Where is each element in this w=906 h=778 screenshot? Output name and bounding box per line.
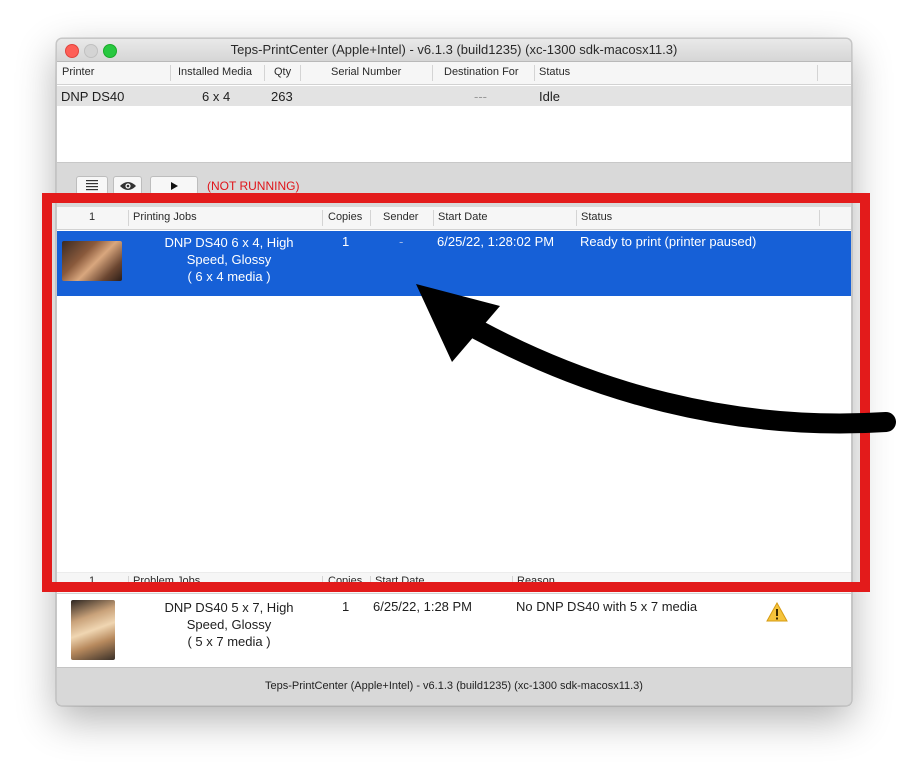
window-title: Teps-PrintCenter (Apple+Intel) - v6.1.3 … bbox=[230, 42, 678, 57]
printer-name: DNP DS40 bbox=[61, 89, 125, 104]
column-header-status[interactable]: Status bbox=[539, 66, 570, 78]
column-header-printer[interactable]: Printer bbox=[62, 66, 94, 78]
printer-row[interactable]: DNP DS40 6 x 4 263 --- Idle bbox=[57, 86, 851, 106]
printer-destination: --- bbox=[474, 89, 487, 104]
problem-start-date: 6/25/22, 1:28 PM bbox=[373, 599, 473, 614]
play-icon bbox=[171, 181, 178, 190]
problem-thumbnail bbox=[71, 600, 115, 660]
printers-table: Printer Installed Media Qty Serial Numbe… bbox=[57, 62, 851, 162]
problem-row[interactable]: DNP DS40 5 x 7, High Speed, Glossy ( 5 x… bbox=[57, 596, 851, 666]
title-bar: Teps-PrintCenter (Apple+Intel) - v6.1.3 … bbox=[57, 39, 851, 62]
printer-media: 6 x 4 bbox=[202, 89, 231, 104]
column-header-installed-media[interactable]: Installed Media bbox=[178, 66, 252, 78]
column-header-serial-number[interactable]: Serial Number bbox=[331, 66, 401, 78]
queue-status-label: (NOT RUNNING) bbox=[207, 179, 300, 193]
problem-media: ( 5 x 7 media ) bbox=[187, 634, 271, 649]
column-header-qty[interactable]: Qty bbox=[274, 66, 291, 78]
column-header-destination[interactable]: Destination For bbox=[444, 66, 519, 78]
problem-description: DNP DS40 5 x 7, High Speed, Glossy ( 5 x… bbox=[139, 599, 319, 650]
status-bar: Teps-PrintCenter (Apple+Intel) - v6.1.3 … bbox=[57, 667, 851, 705]
printer-status: Idle bbox=[539, 89, 560, 104]
footer-text: Teps-PrintCenter (Apple+Intel) - v6.1.3 … bbox=[265, 680, 643, 692]
list-icon bbox=[86, 180, 98, 191]
arrow-annotation bbox=[416, 284, 896, 434]
problem-reason: No DNP DS40 with 5 x 7 media bbox=[516, 599, 698, 614]
eye-icon bbox=[119, 181, 136, 190]
warning-icon bbox=[766, 602, 788, 622]
printer-qty: 263 bbox=[271, 89, 293, 104]
problem-subtitle: Speed, Glossy bbox=[186, 617, 272, 632]
printers-table-header: Printer Installed Media Qty Serial Numbe… bbox=[57, 62, 851, 85]
problem-copies: 1 bbox=[342, 599, 350, 614]
problem-title: DNP DS40 5 x 7, High bbox=[164, 600, 294, 615]
